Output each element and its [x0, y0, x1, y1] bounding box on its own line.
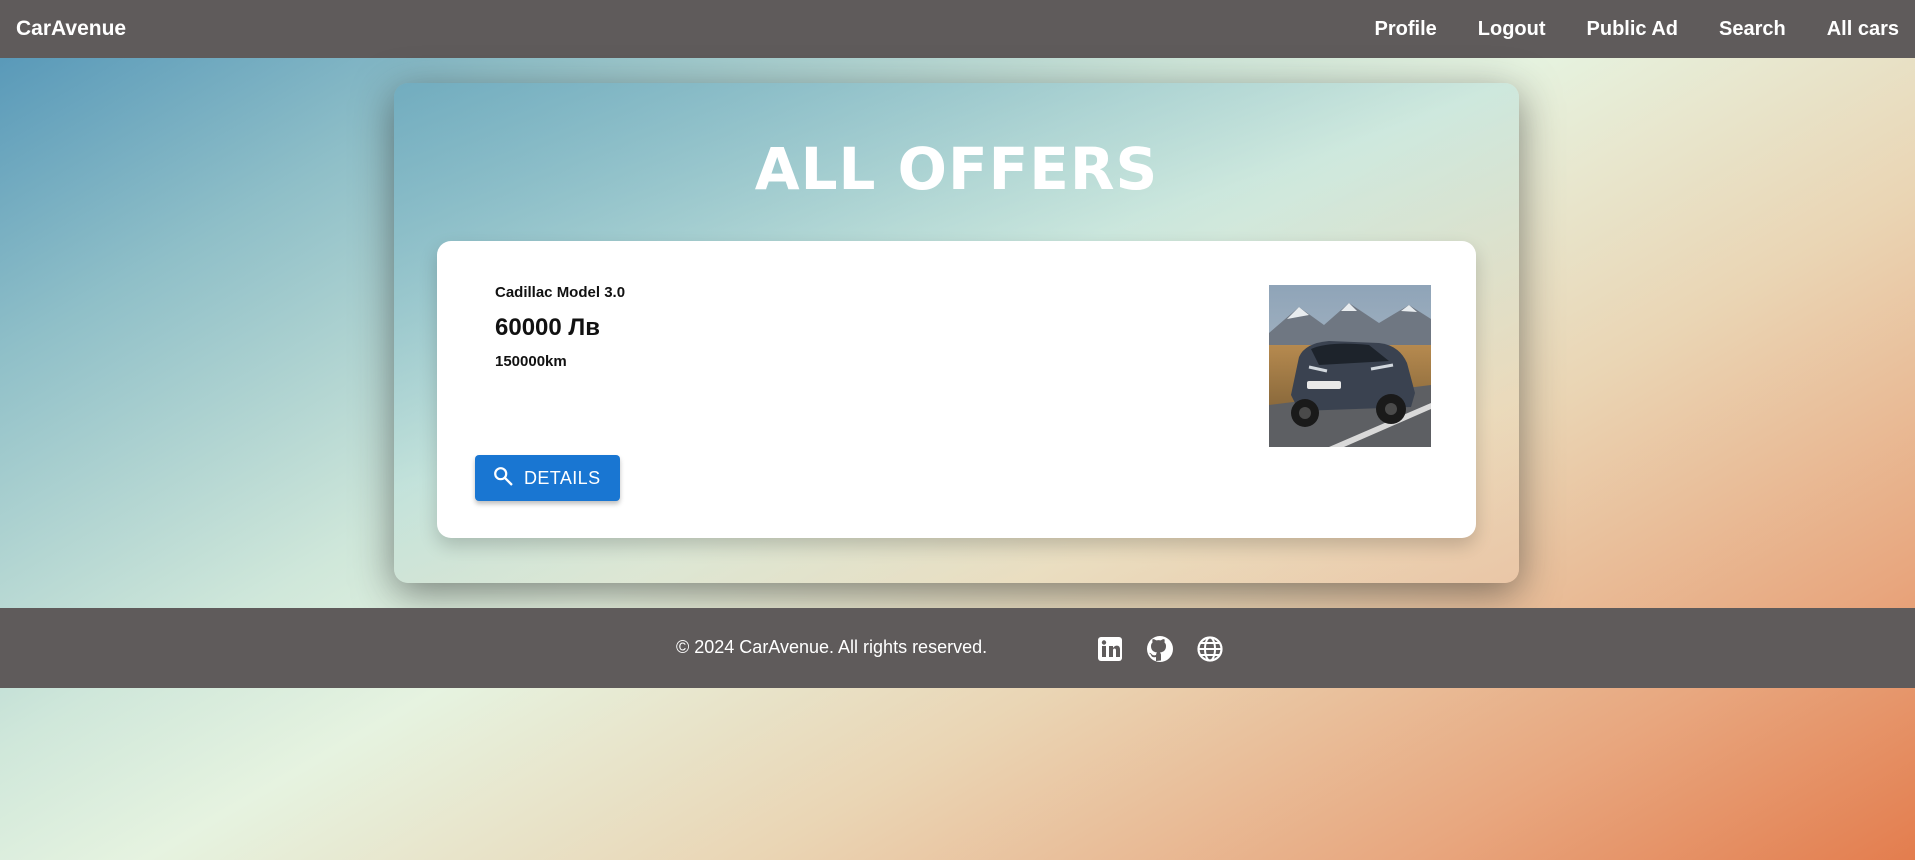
search-icon	[492, 465, 514, 492]
nav-link-search[interactable]: Search	[1719, 18, 1786, 41]
top-navbar: CarAvenue Profile Logout Public Ad Searc…	[0, 0, 1915, 58]
nav-link-logout[interactable]: Logout	[1478, 18, 1546, 41]
nav-links: Profile Logout Public Ad Search All cars	[1375, 18, 1899, 41]
details-button-label: DETAILS	[524, 467, 601, 488]
nav-link-profile[interactable]: Profile	[1375, 18, 1437, 41]
offer-card: Cadillac Model 3.0 60000 Лв 150000km DET…	[437, 241, 1476, 538]
globe-icon[interactable]	[1196, 635, 1224, 663]
linkedin-icon[interactable]	[1096, 635, 1124, 663]
nav-link-all-cars[interactable]: All cars	[1827, 18, 1899, 41]
footer: © 2024 CarAvenue. All rights reserved.	[0, 608, 1915, 688]
page-title: ALL OFFERS	[754, 135, 1159, 203]
brand-logo[interactable]: CarAvenue	[16, 17, 126, 41]
details-button[interactable]: DETAILS	[475, 455, 620, 501]
github-icon[interactable]	[1146, 635, 1174, 663]
copyright-text: © 2024 CarAvenue. All rights reserved.	[676, 637, 988, 657]
offers-panel: ALL OFFERS Cadillac Model 3.0 60000 Лв 1…	[394, 83, 1519, 583]
nav-link-public-ad[interactable]: Public Ad	[1587, 18, 1678, 41]
car-photo	[1269, 285, 1431, 447]
car-mileage: 150000km	[495, 353, 567, 370]
car-price: 60000 Лв	[495, 314, 600, 341]
car-model: Cadillac Model 3.0	[495, 284, 626, 301]
